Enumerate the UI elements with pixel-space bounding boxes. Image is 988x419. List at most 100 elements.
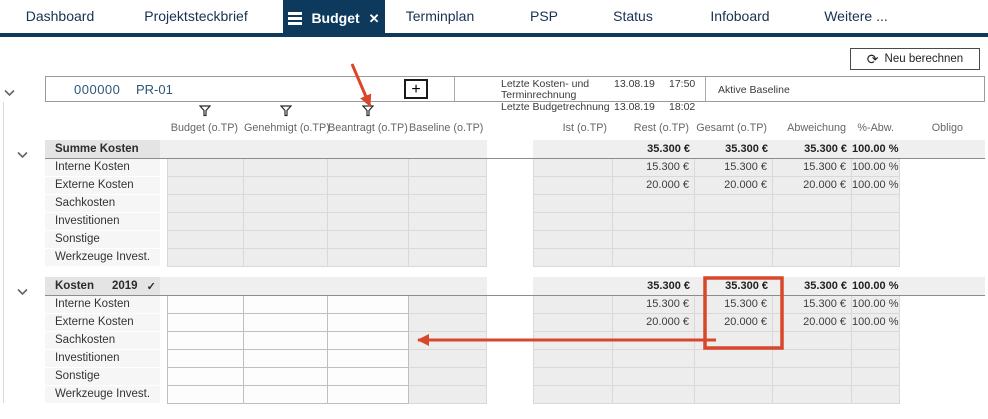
cell-ist (533, 213, 613, 231)
cell-budget[interactable] (167, 386, 244, 404)
table-row: Sonstige (45, 368, 985, 386)
column-gap (487, 249, 533, 267)
cell-budget[interactable] (167, 296, 244, 314)
cell-budget[interactable] (167, 332, 244, 350)
cell-genehmigt (244, 213, 328, 231)
close-tab-icon[interactable]: ✕ (369, 2, 380, 35)
collapse-group-kosten-icon[interactable] (17, 283, 28, 301)
cell-ist (533, 368, 613, 386)
group-title-text: Kosten (55, 280, 94, 292)
tab-projektsteckbrief[interactable]: Projektsteckbrief (120, 0, 272, 33)
cell-genehmigt[interactable] (244, 332, 328, 350)
total-obligo (900, 140, 985, 158)
cell-beantragt[interactable] (328, 350, 409, 368)
cell-pct-abw: 100.00 % (852, 314, 900, 332)
project-name[interactable]: PR-01 (136, 82, 173, 97)
tab-weitere[interactable]: Weitere ... (807, 0, 905, 33)
recalculate-button[interactable]: ⟳ Neu berechnen (850, 48, 980, 70)
column-header-abweichung[interactable]: Abweichung (773, 120, 852, 136)
total-abweichung: 35.300 € (773, 277, 852, 295)
tab-dashboard[interactable]: Dashboard (0, 0, 120, 33)
cell-beantragt[interactable] (328, 296, 409, 314)
row-label: Werkzeuge Invest. (45, 249, 160, 267)
cell-budget[interactable] (167, 368, 244, 386)
cell-genehmigt[interactable] (244, 386, 328, 404)
cell-gesamt: 20.000 € (695, 177, 773, 195)
cell-gesamt: 20.000 € (695, 314, 773, 332)
tab-psp[interactable]: PSP (495, 0, 593, 33)
refresh-icon: ⟳ (867, 52, 879, 66)
column-header-gesamt[interactable]: Gesamt (o.TP) (695, 120, 773, 136)
cell-ist (533, 386, 613, 404)
group-header-row[interactable]: Kosten 2019 ✓ 35.300 € 35.300 € 35.300 €… (45, 277, 985, 296)
cell-beantragt[interactable] (328, 386, 409, 404)
column-header-budget[interactable]: Budget (o.TP) (167, 120, 244, 136)
divider (454, 77, 455, 101)
column-header-pct-abw[interactable]: %-Abw. (852, 120, 900, 136)
divider (705, 77, 706, 101)
cell-baseline (409, 386, 487, 404)
group-title: Summe Kosten (45, 140, 160, 158)
column-header-ist[interactable]: Ist (o.TP) (533, 120, 613, 136)
cell-abweichung (773, 386, 852, 404)
label-spacer (160, 159, 167, 177)
row-label: Interne Kosten (45, 159, 160, 177)
cell-abweichung (773, 213, 852, 231)
cell-pct-abw (852, 231, 900, 249)
tab-budget[interactable]: Budget ✕ (283, 0, 385, 37)
cell-gesamt (695, 350, 773, 368)
column-header-genehmigt[interactable]: Genehmigt (o.TP) (244, 120, 328, 136)
cell-genehmigt (244, 231, 328, 249)
cell-genehmigt[interactable] (244, 350, 328, 368)
cell-abweichung (773, 195, 852, 213)
cell-ist (533, 159, 613, 177)
column-gap (487, 195, 533, 213)
cell-beantragt[interactable] (328, 332, 409, 350)
active-check-icon[interactable]: ✓ (147, 280, 156, 293)
cell-baseline (409, 350, 487, 368)
cell-ist (533, 332, 613, 350)
label-spacer (160, 386, 167, 404)
column-gap (487, 231, 533, 249)
row-label: Sonstige (45, 231, 160, 249)
add-button[interactable]: + (404, 79, 428, 99)
cell-pct-abw: 100.00 % (852, 177, 900, 195)
tab-status[interactable]: Status (593, 0, 673, 33)
column-header-rest[interactable]: Rest (o.TP) (613, 120, 695, 136)
label-spacer (160, 314, 167, 332)
cell-genehmigt[interactable] (244, 368, 328, 386)
project-id[interactable]: 000000 (74, 82, 120, 97)
last-calculation-info: Letzte Kosten- und Terminrechnung 13.08.… (501, 79, 711, 114)
cell-pct-abw: 100.00 % (852, 159, 900, 177)
tab-budget-label: Budget (311, 2, 359, 35)
cell-budget[interactable] (167, 314, 244, 332)
cell-beantragt[interactable] (328, 314, 409, 332)
column-header-baseline[interactable]: Baseline (o.TP) (409, 120, 487, 136)
cell-abweichung (773, 231, 852, 249)
cell-gesamt: 15.300 € (695, 296, 773, 314)
tab-infoboard[interactable]: Infoboard (673, 0, 807, 33)
cell-ist (533, 350, 613, 368)
collapse-project-icon[interactable] (4, 84, 15, 102)
group-header-row[interactable]: Summe Kosten 35.300 € 35.300 € 35.300 € … (45, 140, 985, 159)
column-gap (487, 332, 533, 350)
column-header-obligo[interactable]: Obligo (900, 120, 985, 136)
column-header-beantragt[interactable]: Beantragt (o.TP) (328, 120, 409, 136)
cell-beantragt[interactable] (328, 368, 409, 386)
cell-baseline (409, 314, 487, 332)
active-baseline-label: Aktive Baseline (718, 84, 790, 96)
cell-rest: 15.300 € (613, 159, 695, 177)
cell-genehmigt[interactable] (244, 296, 328, 314)
group-header-fill (160, 140, 487, 158)
tab-terminplan[interactable]: Terminplan (385, 0, 495, 33)
cell-genehmigt[interactable] (244, 314, 328, 332)
cell-gesamt (695, 332, 773, 350)
cell-budget[interactable] (167, 350, 244, 368)
cell-rest: 15.300 € (613, 296, 695, 314)
cell-abweichung (773, 332, 852, 350)
menu-icon[interactable] (288, 12, 302, 25)
table-row: Externe Kosten20.000 €20.000 €20.000 €10… (45, 177, 985, 195)
collapse-group-summe-icon[interactable] (17, 146, 28, 164)
row-label: Sonstige (45, 368, 160, 386)
cell-obligo (900, 350, 985, 368)
